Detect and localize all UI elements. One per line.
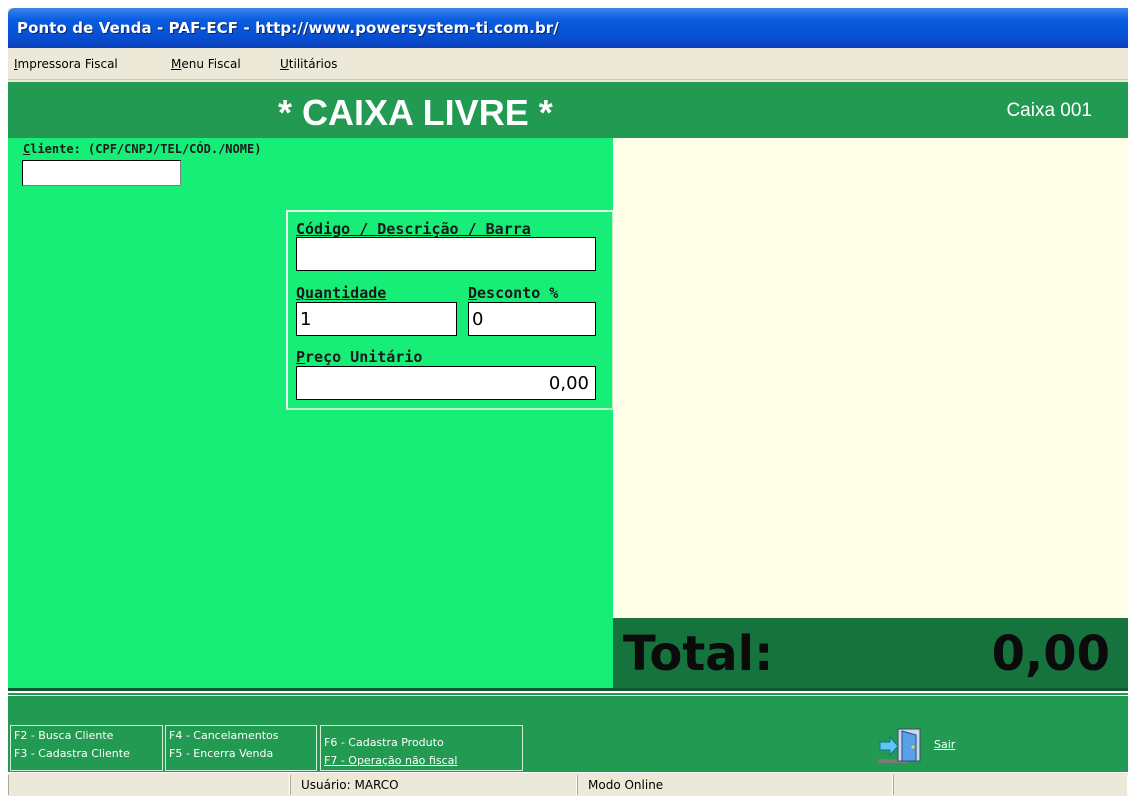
item-entry-box: Código / Descrição / Barra Quantidade 1 …: [286, 210, 614, 410]
sale-entry-panel: Cliente: (CPF/CNPJ/TEL/CÓD./NOME) Código…: [8, 138, 614, 688]
caixa-status: * CAIXA LIVRE *: [278, 92, 553, 133]
shortcut-f7-operacao-nao-fiscal[interactable]: F7 - Operação não fiscal: [324, 754, 457, 767]
exit-door-icon: [878, 728, 921, 763]
preco-unitario-input[interactable]: 0,00: [296, 366, 596, 400]
shortcut-group-cliente: F2 - Busca Cliente F3 - Cadastra Cliente: [10, 725, 163, 771]
menu-label: mpressora Fiscal: [17, 57, 118, 71]
status-header: * CAIXA LIVRE * Caixa 001: [8, 82, 1128, 138]
sair-button[interactable]: Sair: [876, 725, 956, 765]
cliente-label-text: liente: (CPF/CNPJ/TEL/CÓD./NOME): [30, 142, 262, 156]
menu-utilitarios[interactable]: Utilitários: [280, 57, 337, 71]
preco-label-text: reço Unitário: [305, 348, 423, 366]
preco-label: Preço Unitário: [296, 348, 422, 366]
total-label: Total:: [623, 626, 774, 682]
menu-label: tilitários: [288, 57, 338, 71]
cart-items-area: [613, 138, 1128, 618]
shortcut-f6-cadastra-produto[interactable]: F6 - Cadastra Produto: [324, 736, 444, 749]
codigo-mnemonic: C: [296, 220, 306, 238]
shortcut-f2-busca-cliente[interactable]: F2 - Busca Cliente: [14, 729, 113, 742]
caixa-number: Caixa 001: [1006, 100, 1092, 121]
pos-window: Ponto de Venda - PAF-ECF - http://www.po…: [8, 8, 1128, 796]
quantidade-input[interactable]: 1: [296, 302, 457, 336]
codigo-input[interactable]: [296, 237, 596, 271]
codigo-label-text: ódigo / Descrição / Barra: [305, 220, 531, 238]
shortcut-f5-encerra-venda[interactable]: F5 - Encerra Venda: [169, 747, 273, 760]
statusbar-modo: Modo Online: [577, 775, 893, 795]
codigo-label: Código / Descrição / Barra: [296, 220, 531, 238]
shortcut-group-produto: F6 - Cadastra Produto F7 - Operação não …: [320, 725, 523, 771]
desconto-mnemonic: D: [468, 284, 478, 302]
statusbar-panel: [893, 775, 1128, 795]
shortcut-f3-cadastra-cliente[interactable]: F3 - Cadastra Cliente: [14, 747, 130, 760]
window-title: Ponto de Venda - PAF-ECF - http://www.po…: [17, 19, 559, 37]
statusbar-panel: [8, 775, 290, 795]
cliente-input[interactable]: [22, 160, 181, 186]
statusbar-usuario: Usuário: MARCO: [290, 775, 577, 795]
shortcut-bar: F2 - Busca Cliente F3 - Cadastra Cliente…: [8, 695, 1128, 772]
quantidade-label-text: Quantidade: [296, 284, 387, 302]
cliente-label: Cliente: (CPF/CNPJ/TEL/CÓD./NOME): [23, 142, 261, 156]
sair-label: Sair: [934, 738, 956, 751]
menu-bar: Impressora Fiscal Menu Fiscal Utilitário…: [8, 48, 1128, 80]
menu-menu-fiscal[interactable]: Menu Fiscal: [171, 57, 241, 71]
desconto-label: Desconto %: [468, 284, 558, 302]
menu-mnemonic: U: [280, 57, 289, 71]
preco-mnemonic: P: [296, 348, 306, 366]
total-bar: Total: 0,00: [613, 618, 1128, 688]
desconto-label-text: esconto %: [477, 284, 559, 302]
shortcut-f4-cancelamentos[interactable]: F4 - Cancelamentos: [169, 729, 279, 742]
total-value: 0,00: [991, 626, 1110, 682]
menu-mnemonic: M: [171, 57, 182, 71]
title-bar[interactable]: Ponto de Venda - PAF-ECF - http://www.po…: [8, 8, 1128, 48]
quantidade-label: Quantidade: [296, 284, 386, 302]
shortcut-group-venda: F4 - Cancelamentos F5 - Encerra Venda: [165, 725, 317, 771]
status-bar: Usuário: MARCO Modo Online: [8, 772, 1128, 796]
menu-label: enu Fiscal: [181, 57, 241, 71]
menu-impressora-fiscal[interactable]: Impressora Fiscal: [14, 57, 118, 71]
desconto-input[interactable]: 0: [468, 302, 596, 336]
